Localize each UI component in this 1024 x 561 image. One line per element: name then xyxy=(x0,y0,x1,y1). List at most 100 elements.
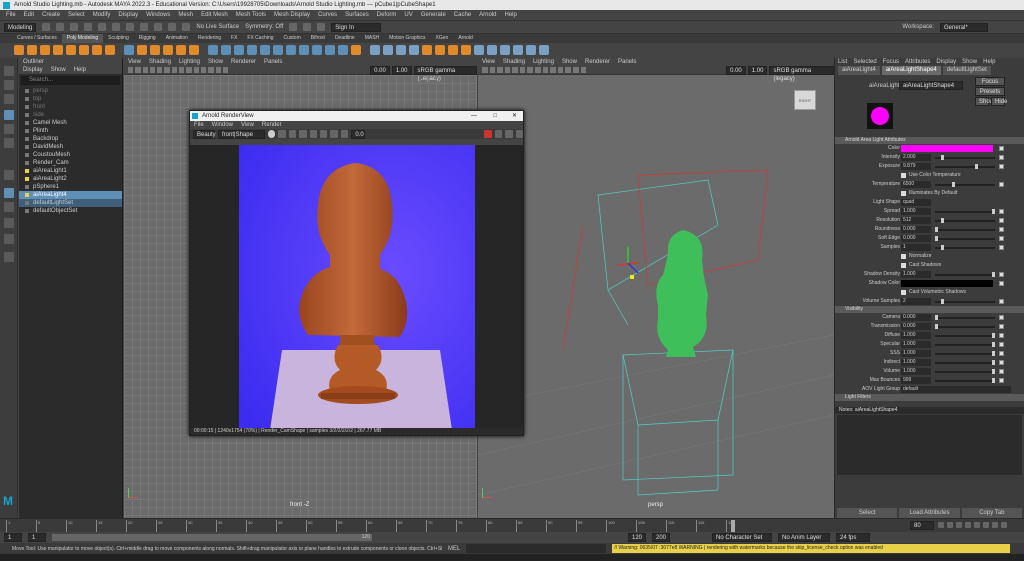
menu-deform[interactable]: Deform xyxy=(377,10,397,21)
ae-menu-list[interactable]: List xyxy=(838,58,847,66)
shelf-tab-animation[interactable]: Animation xyxy=(161,34,193,43)
value-slider[interactable] xyxy=(935,362,995,364)
sweep-mesh-icon[interactable] xyxy=(124,45,134,55)
value-field[interactable]: 1.000 xyxy=(901,271,931,278)
paint-select-icon[interactable] xyxy=(4,94,14,104)
ae-menu-display[interactable]: Display xyxy=(936,58,956,66)
vp-menu-view[interactable]: View xyxy=(128,58,141,66)
range-bar[interactable]: 120 xyxy=(52,533,372,541)
outliner-item[interactable]: Camel Mesh xyxy=(19,119,122,127)
select-object-icon[interactable] xyxy=(126,23,135,31)
checkbox[interactable] xyxy=(901,254,906,259)
snap-point-icon[interactable] xyxy=(182,23,191,31)
separate-icon[interactable] xyxy=(150,45,160,55)
map-button-icon[interactable] xyxy=(999,146,1004,151)
symmetry-label[interactable]: Symmetry: Off xyxy=(245,24,283,30)
grid-icon[interactable] xyxy=(557,67,564,73)
mirror-icon[interactable] xyxy=(221,45,231,55)
value-slider[interactable] xyxy=(935,335,995,337)
menu-mesh-tools[interactable]: Mesh Tools xyxy=(236,10,266,21)
fill-hole-icon[interactable] xyxy=(273,45,283,55)
platonic-icon[interactable] xyxy=(105,45,115,55)
checkbox[interactable] xyxy=(901,290,906,295)
slider-knob[interactable] xyxy=(941,245,944,250)
color-swatch-field[interactable] xyxy=(901,280,993,287)
vp2-menu-panels[interactable]: Panels xyxy=(618,58,636,66)
outliner-item[interactable]: pSphere1 xyxy=(19,183,122,191)
render-maximize-button[interactable]: □ xyxy=(493,111,497,121)
render-settings-icon[interactable] xyxy=(317,23,326,31)
rotate-tool-icon[interactable] xyxy=(4,124,14,134)
workspace-dropdown[interactable]: General* xyxy=(940,22,988,32)
map-button-icon[interactable] xyxy=(999,218,1004,223)
alpha-icon[interactable] xyxy=(330,130,338,138)
xray-icon[interactable] xyxy=(550,67,556,73)
map-button-icon[interactable] xyxy=(999,182,1004,187)
slider-knob[interactable] xyxy=(975,164,978,169)
slider-knob[interactable] xyxy=(935,227,938,232)
resolution-gate-icon[interactable] xyxy=(565,67,571,73)
view-cube[interactable]: RIGHT xyxy=(794,90,816,110)
menu-edit[interactable]: Edit xyxy=(24,10,34,21)
value-field[interactable]: 1 xyxy=(901,244,931,251)
vp2-menu-renderer[interactable]: Renderer xyxy=(585,58,610,66)
lights-icon[interactable] xyxy=(157,67,163,73)
shelf-tab-rigging[interactable]: Rigging xyxy=(134,34,161,43)
quad-draw-icon[interactable] xyxy=(338,45,348,55)
vp-menu-shading[interactable]: Shading xyxy=(149,58,171,66)
outliner-item[interactable]: Backdrop xyxy=(19,135,122,143)
two-stack-layout-icon[interactable] xyxy=(4,218,14,228)
settings-icon[interactable] xyxy=(309,130,318,138)
anim-layer-dropdown[interactable]: No Anim Layer xyxy=(778,532,830,542)
value-slider[interactable] xyxy=(935,371,995,373)
ae-menu-selected[interactable]: Selected xyxy=(853,58,876,66)
value-slider[interactable] xyxy=(935,317,995,319)
shelf-tab-custom[interactable]: Custom xyxy=(279,34,306,43)
value-slider[interactable] xyxy=(935,353,995,355)
color-space-dropdown[interactable]: sRGB gamma (legacy) xyxy=(769,65,834,82)
rv-menu-window[interactable]: Window xyxy=(212,121,233,129)
menu-modify[interactable]: Modify xyxy=(93,10,111,21)
vp2-menu-view[interactable]: View xyxy=(482,58,495,66)
value-slider[interactable] xyxy=(935,247,995,249)
vp-menu-show[interactable]: Show xyxy=(208,58,223,66)
map-button-icon[interactable] xyxy=(999,369,1004,374)
bevel-icon[interactable] xyxy=(260,45,270,55)
map-button-icon[interactable] xyxy=(999,272,1004,277)
mode-dropdown[interactable]: Modeling xyxy=(4,22,37,32)
texture-icon[interactable] xyxy=(504,67,511,73)
current-frame-marker[interactable] xyxy=(731,520,735,532)
value-slider[interactable] xyxy=(935,380,995,382)
outliner-item[interactable]: defaultLightSet xyxy=(19,199,122,207)
vp2-menu-shading[interactable]: Shading xyxy=(503,58,525,66)
exposure-field[interactable]: 0.0 xyxy=(351,129,366,139)
open-scene-icon[interactable] xyxy=(56,23,65,31)
edge-loop-icon[interactable] xyxy=(325,45,335,55)
outliner-item[interactable]: side xyxy=(19,111,122,119)
shelf-tab-fx[interactable]: FX xyxy=(226,34,242,43)
field-chart-icon[interactable] xyxy=(222,67,229,73)
append-poly-icon[interactable] xyxy=(286,45,296,55)
outliner-menu-show[interactable]: Show xyxy=(51,67,66,73)
shelf-tab-bifrost[interactable]: Bifrost xyxy=(306,34,330,43)
slider-knob[interactable] xyxy=(992,378,995,383)
value-field[interactable]: 0.000 xyxy=(901,314,931,321)
outliner-item[interactable]: Render_Cam xyxy=(19,159,122,167)
undo-icon[interactable] xyxy=(84,23,93,31)
outliner-item[interactable]: aiAreaLight2 xyxy=(19,175,122,183)
map-button-icon[interactable] xyxy=(999,227,1004,232)
outliner-item[interactable]: persp xyxy=(19,87,122,95)
checkbox[interactable] xyxy=(901,173,906,178)
menu-windows[interactable]: Windows xyxy=(146,10,170,21)
wireframe-icon[interactable] xyxy=(135,67,141,73)
map-button-icon[interactable] xyxy=(999,342,1004,347)
grab-icon[interactable] xyxy=(448,45,458,55)
transfer-icon[interactable] xyxy=(474,45,484,55)
menu-arnold[interactable]: Arnold xyxy=(479,10,496,21)
center-pivot-icon[interactable] xyxy=(500,45,510,55)
outliner-item[interactable]: Plinth xyxy=(19,127,122,135)
reverse-normals-icon[interactable] xyxy=(526,45,536,55)
slider-knob[interactable] xyxy=(941,218,944,223)
rv-menu-view[interactable]: View xyxy=(241,121,254,129)
poly-plane-icon[interactable] xyxy=(79,45,89,55)
